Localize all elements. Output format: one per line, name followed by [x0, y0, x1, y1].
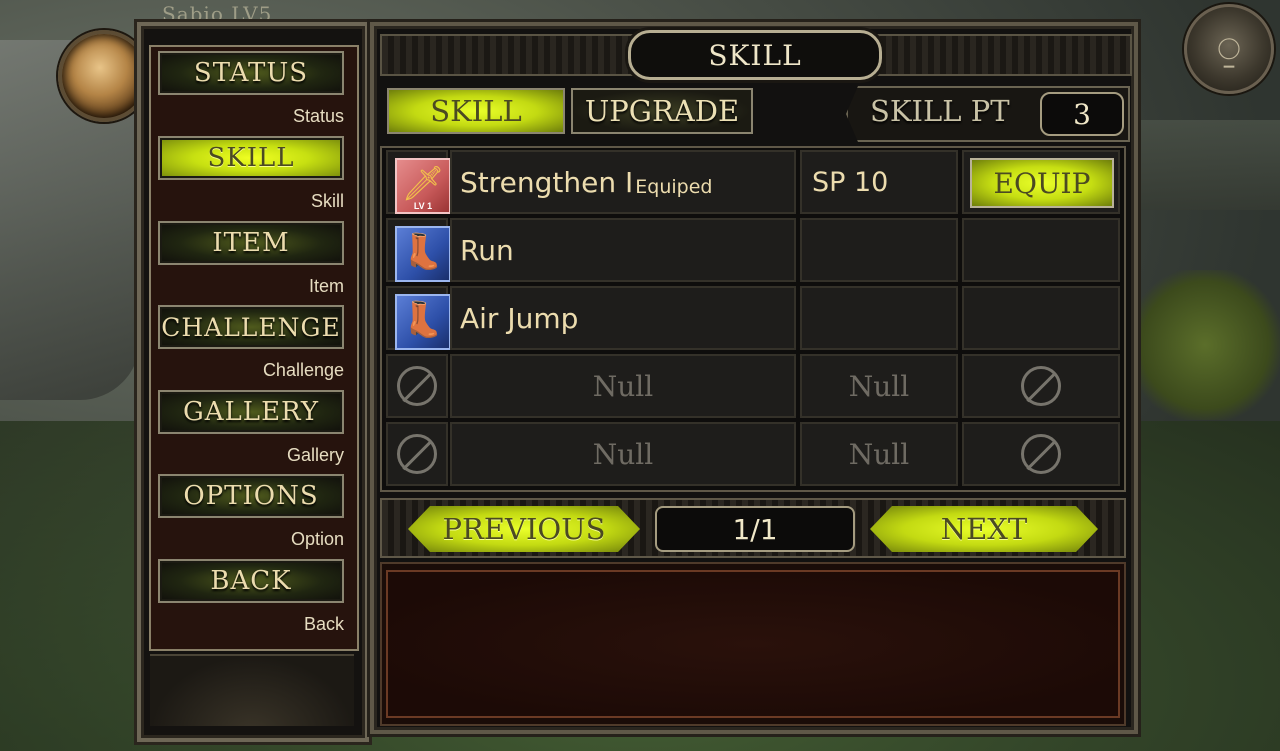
menu-challenge-sublabel: Challenge	[262, 360, 344, 380]
page-indicator: 1/1	[655, 506, 855, 552]
skill-row-1-name-cell[interactable]: Strengthen I Equiped	[450, 150, 796, 214]
skill-row-1-sp-cell: SP 10	[800, 150, 958, 214]
null-skill-name: Null	[592, 437, 654, 471]
menu-options-button[interactable]: OPTIONS	[158, 474, 344, 518]
menu-gallery-button[interactable]: GALLERY	[158, 390, 344, 434]
skill-sp-cost: SP 10	[812, 166, 889, 198]
skill-points-label: SKILL PT	[870, 94, 1010, 128]
skill-name: Strengthen I	[460, 165, 634, 199]
winged-boot-icon: 👢	[395, 294, 451, 350]
equip-button[interactable]: EQUIP	[970, 158, 1114, 208]
skill-row-3-icon-cell[interactable]: 👢	[386, 286, 451, 350]
skill-name-cell: Strengthen I Equiped	[460, 152, 712, 212]
panel-title: SKILL	[628, 30, 882, 80]
skill-row-1-action-cell: EQUIP	[962, 150, 1120, 214]
skill-row-4-name-cell: Null	[450, 354, 796, 418]
empty-slot-icon	[1021, 434, 1061, 474]
menu-item-button[interactable]: ITEM	[158, 221, 344, 265]
menu-item-sublabel: Item	[308, 276, 344, 296]
skill-level-tag: LV 1	[413, 201, 433, 211]
null-skill-name: Null	[592, 369, 654, 403]
skill-name: Run	[460, 233, 514, 267]
menu-emblem-ornament	[150, 654, 354, 726]
skill-list: 🗡 LV 1 Strengthen I Equiped SP 10 EQUIP …	[380, 146, 1126, 492]
skill-row-2-action-cell	[962, 218, 1120, 282]
skill-description-panel	[380, 562, 1126, 726]
tab-skill[interactable]: SKILL	[387, 88, 565, 134]
menu-back-button[interactable]: BACK	[158, 559, 344, 603]
menu-options-sublabel: Option	[290, 529, 344, 549]
null-skill-sp: Null	[848, 437, 910, 471]
boot-glyph: 👢	[401, 232, 445, 272]
tab-upgrade[interactable]: UPGRADE	[571, 88, 753, 134]
empty-slot-icon	[1021, 366, 1061, 406]
skill-points-value: 3	[1040, 92, 1124, 136]
boot-icon: 👢	[395, 226, 451, 282]
skill-row-5-icon-cell	[386, 422, 448, 486]
skill-row-2-name-cell[interactable]: Run	[450, 218, 796, 282]
background-wall	[1130, 120, 1280, 210]
null-skill-sp: Null	[848, 369, 910, 403]
menu-status-sublabel: Status	[292, 106, 344, 126]
skill-row-4-icon-cell	[386, 354, 448, 418]
skill-row-3-sp-cell	[800, 286, 958, 350]
skill-row-1-icon-cell[interactable]: 🗡 LV 1	[386, 150, 451, 214]
menu-challenge-button[interactable]: CHALLENGE	[158, 305, 344, 349]
settings-orb-button[interactable]: ⍜	[1184, 4, 1274, 94]
menu-skill-button[interactable]: SKILL	[158, 136, 344, 180]
skill-description-area	[386, 570, 1120, 718]
skill-row-3-name-cell[interactable]: Air Jump	[450, 286, 796, 350]
skill-row-5-sp-cell: Null	[800, 422, 958, 486]
menu-skill-sublabel: Skill	[310, 191, 344, 211]
skill-row-5-action-cell	[962, 422, 1120, 486]
skill-row-2-icon-cell[interactable]: 👢	[386, 218, 451, 282]
sword-glyph: 🗡	[401, 164, 445, 204]
empty-slot-icon	[397, 366, 437, 406]
empty-slot-icon	[397, 434, 437, 474]
skill-row-4-sp-cell: Null	[800, 354, 958, 418]
menu-gallery-sublabel: Gallery	[286, 445, 344, 465]
skill-row-2-sp-cell	[800, 218, 958, 282]
skill-row-5-name-cell: Null	[450, 422, 796, 486]
rune-icon: ⍜	[1217, 27, 1241, 71]
boot-glyph: 👢	[401, 300, 445, 340]
equipped-status: Equiped	[635, 176, 713, 198]
skill-row-3-action-cell	[962, 286, 1120, 350]
menu-status-button[interactable]: STATUS	[158, 51, 344, 95]
menu-back-sublabel: Back	[303, 614, 344, 634]
sword-icon: 🗡 LV 1	[395, 158, 451, 214]
background-bush	[1130, 270, 1280, 420]
next-page-button[interactable]: NEXT	[870, 506, 1098, 552]
skill-name: Air Jump	[460, 301, 579, 335]
previous-page-button[interactable]: PREVIOUS	[408, 506, 640, 552]
skill-row-4-action-cell	[962, 354, 1120, 418]
